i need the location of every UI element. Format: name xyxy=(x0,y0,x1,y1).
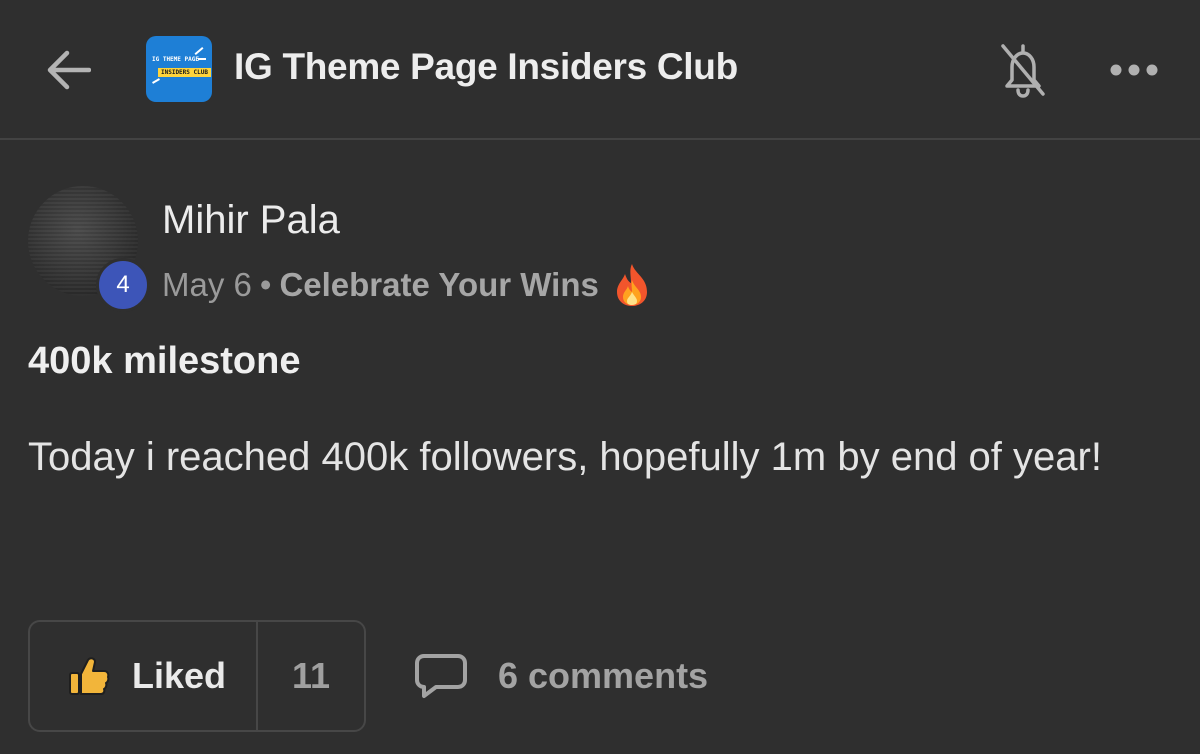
post-body: Today i reached 400k followers, hopefull… xyxy=(28,435,1102,479)
fire-emoji-icon xyxy=(613,262,651,308)
post-category-link[interactable]: Celebrate Your Wins xyxy=(279,266,598,304)
like-button[interactable]: Liked xyxy=(30,622,256,730)
like-control: Liked 11 xyxy=(28,620,366,732)
notifications-toggle-button[interactable] xyxy=(996,40,1050,100)
arrow-left-icon xyxy=(47,50,91,90)
logo-spark xyxy=(194,47,204,55)
back-button[interactable] xyxy=(42,48,94,92)
like-count[interactable]: 11 xyxy=(258,622,364,730)
post-meta: May 6 • Celebrate Your Wins xyxy=(162,262,651,308)
logo-text-top: IG THEME PAGE xyxy=(152,56,199,63)
logo-spark xyxy=(152,78,160,84)
logo-text-banner: INSIDERS CLUB xyxy=(158,68,211,77)
post-date: May 6 xyxy=(162,266,252,303)
thumbs-up-icon xyxy=(69,657,110,695)
post-title: 400k milestone xyxy=(28,340,301,382)
comment-bubble-icon xyxy=(415,654,467,698)
comments-count-label: 6 comments xyxy=(498,655,709,696)
bell-off-icon xyxy=(1001,44,1045,98)
logo-spark xyxy=(198,58,206,60)
group-title[interactable]: IG Theme Page Insiders Club xyxy=(234,46,738,88)
meta-separator: • xyxy=(259,266,272,303)
like-button-label: Liked xyxy=(132,655,227,696)
more-options-button[interactable] xyxy=(1104,52,1164,88)
top-app-bar: IG THEME PAGE INSIDERS CLUB IG Theme Pag… xyxy=(0,0,1200,140)
more-horizontal-icon xyxy=(1110,64,1158,76)
comments-button[interactable]: 6 comments xyxy=(414,640,708,712)
author-name[interactable]: Mihir Pala xyxy=(162,198,340,243)
level-badge: 4 xyxy=(96,258,150,312)
group-logo[interactable]: IG THEME PAGE INSIDERS CLUB xyxy=(146,36,212,102)
